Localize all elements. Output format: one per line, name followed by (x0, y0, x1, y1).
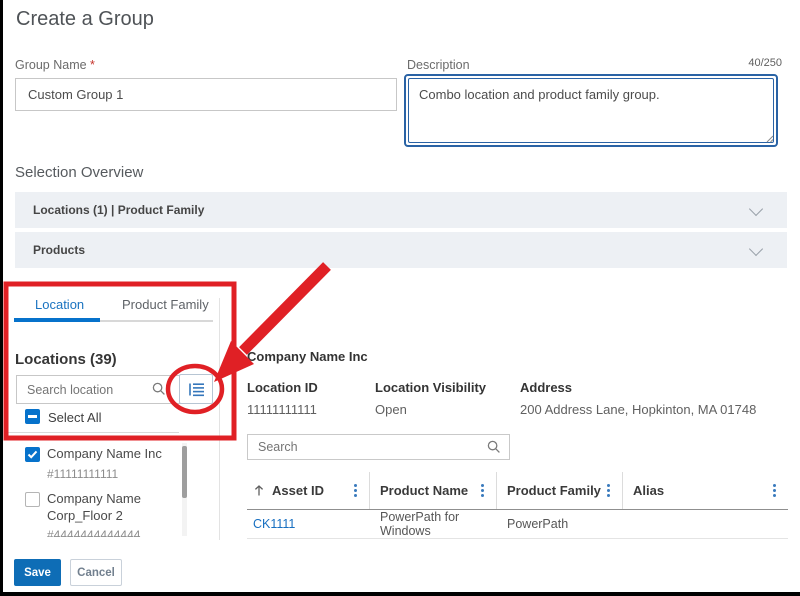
column-header-asset-id[interactable]: Asset ID (247, 472, 370, 509)
selection-overview-heading: Selection Overview (15, 164, 143, 181)
column-label: Alias (633, 483, 664, 498)
assets-table: Asset ID Product Name Product Family Ali… (247, 472, 788, 539)
tab-location[interactable]: Location (35, 297, 84, 312)
tab-product-family[interactable]: Product Family (122, 297, 209, 312)
chevron-down-icon (749, 242, 763, 256)
product-family-cell: PowerPath (497, 517, 623, 531)
column-header-alias[interactable]: Alias (623, 472, 788, 509)
list-view-button[interactable] (179, 374, 213, 404)
screenshot-frame-bottom (0, 592, 800, 596)
accordion-locations-product-family[interactable]: Locations (1) | Product Family (15, 192, 787, 228)
accordion-label: Locations (1) | Product Family (33, 203, 204, 217)
accordion-label: Products (33, 243, 85, 257)
kebab-menu-icon[interactable] (607, 489, 610, 492)
accordion-products[interactable]: Products (15, 232, 787, 268)
kebab-menu-icon[interactable] (481, 489, 484, 492)
location-item-id: #4444444444444 (47, 527, 140, 537)
panel-divider (219, 298, 220, 540)
active-tab-indicator (14, 318, 100, 322)
location-item-name[interactable]: Company Name Corp_Floor 2 (47, 490, 165, 524)
location-list: Company Name Inc #11111111111 Company Na… (7, 441, 183, 537)
kebab-menu-icon[interactable] (354, 489, 357, 492)
character-counter: 40/250 (748, 57, 782, 69)
location-item-id: #11111111111 (47, 466, 118, 482)
column-label: Product Name (380, 483, 468, 498)
indeterminate-dash-icon (28, 415, 37, 418)
asset-id-link[interactable]: CK1111 (247, 517, 370, 531)
description-text: Combo location and product family group. (408, 78, 774, 143)
chevron-down-icon (749, 202, 763, 216)
sort-ascending-icon[interactable] (253, 484, 265, 497)
bulleted-list-icon (187, 380, 207, 399)
table-header-row: Asset ID Product Name Product Family Ali… (247, 472, 788, 510)
required-asterisk: * (90, 58, 95, 72)
group-name-label: Group Name * (15, 58, 95, 72)
search-assets-input[interactable] (247, 434, 510, 460)
location-item-checkbox[interactable] (25, 492, 40, 507)
location-item-name[interactable]: Company Name Inc (47, 445, 162, 462)
select-all-checkbox[interactable] (25, 409, 40, 424)
kebab-menu-icon[interactable] (773, 489, 776, 492)
page-title: Create a Group (16, 8, 154, 31)
field-value-location-id: 11111111111 (247, 402, 317, 417)
product-name-cell: PowerPath for Windows (370, 510, 497, 538)
column-label: Asset ID (272, 483, 324, 498)
screenshot-frame-left (0, 0, 3, 596)
locations-count-heading: Locations (39) (15, 351, 117, 368)
field-value-location-visibility: Open (375, 402, 407, 417)
field-label-address: Address (520, 380, 572, 395)
column-label: Product Family (507, 483, 601, 498)
resize-handle-icon[interactable] (764, 133, 774, 143)
table-row: CK1111 PowerPath for Windows PowerPath (247, 510, 788, 539)
divider (7, 432, 179, 433)
select-all-label: Select All (48, 410, 101, 425)
scrollbar-thumb[interactable] (182, 446, 187, 498)
field-label-location-visibility: Location Visibility (375, 380, 486, 395)
group-name-input[interactable] (15, 78, 397, 111)
cancel-button[interactable]: Cancel (70, 559, 122, 586)
description-label: Description (407, 58, 470, 72)
search-icon (487, 440, 501, 454)
column-header-product-family[interactable]: Product Family (497, 472, 623, 509)
column-header-product-name[interactable]: Product Name (370, 472, 497, 509)
field-label-location-id: Location ID (247, 380, 318, 395)
description-textarea[interactable]: Combo location and product family group. (404, 74, 778, 147)
field-value-address: 200 Address Lane, Hopkinton, MA 01748 (520, 402, 756, 417)
save-button[interactable]: Save (14, 559, 61, 586)
search-icon (152, 382, 166, 396)
annotation-arrow-shaft (243, 266, 327, 351)
group-name-label-text: Group Name (15, 58, 87, 72)
checkmark-icon (26, 448, 39, 461)
location-item-checkbox[interactable] (25, 447, 40, 462)
company-name: Company Name Inc (247, 349, 368, 364)
create-group-page: Create a Group Group Name * Description … (0, 0, 800, 596)
